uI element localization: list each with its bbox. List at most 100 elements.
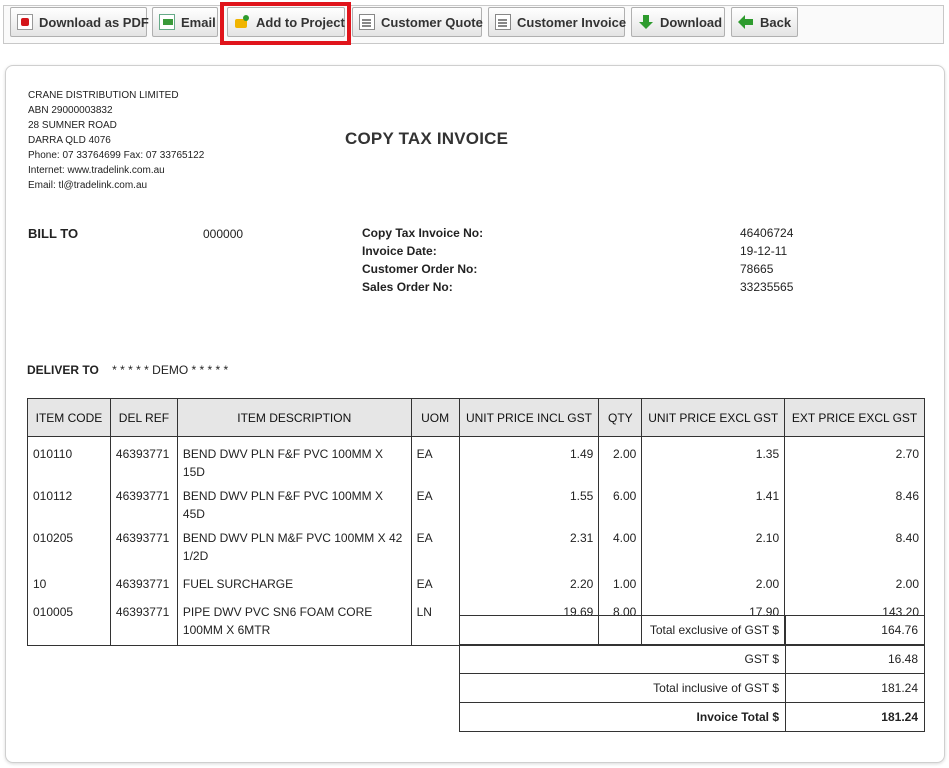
del-ref: 46393771 xyxy=(109,526,178,572)
item-description: PIPE DWV PVC SN6 FOAM CORE 100MM X 6MTR xyxy=(176,600,412,646)
qty: 6.00 xyxy=(598,484,643,526)
total-value: 164.76 xyxy=(785,615,925,645)
meta-row-invoice-no: Copy Tax Invoice No: 46406724 xyxy=(362,224,862,242)
unit-price-incl: 1.55 xyxy=(458,484,600,526)
column-header: ITEM CODE xyxy=(27,398,111,437)
totals-table: Total exclusive of GST $ 164.76 GST $ 16… xyxy=(459,615,925,732)
column-header: QTY xyxy=(598,398,643,437)
uom: EA xyxy=(410,436,460,484)
item-description: BEND DWV PLN M&F PVC 100MM X 42 1/2D xyxy=(176,526,412,572)
total-row-incl-gst: Total inclusive of GST $ 181.24 xyxy=(459,673,925,703)
column-header: DEL REF xyxy=(109,398,178,437)
del-ref: 46393771 xyxy=(109,436,178,484)
table-row: 010110 46393771 BEND DWV PLN F&F PVC 100… xyxy=(27,436,925,484)
ext-price-excl: 8.46 xyxy=(784,484,925,526)
customer-quote-button[interactable]: Customer Quote xyxy=(352,7,483,37)
column-header: UOM xyxy=(410,398,460,437)
company-address-line1: 28 SUMNER ROAD xyxy=(28,120,117,131)
company-abn: ABN 29000003832 xyxy=(28,105,113,116)
meta-row-customer-order: Customer Order No: 78665 xyxy=(362,260,862,278)
total-value: 16.48 xyxy=(785,644,925,674)
item-code: 010112 xyxy=(27,484,111,526)
total-value: 181.24 xyxy=(785,673,925,703)
item-code: 010205 xyxy=(27,526,111,572)
meta-value: 19-12-11 xyxy=(740,244,788,258)
unit-price-incl: 2.20 xyxy=(458,572,600,600)
unit-price-excl: 1.35 xyxy=(641,436,786,484)
ext-price-excl: 2.00 xyxy=(784,572,925,600)
total-label: Invoice Total $ xyxy=(459,702,786,732)
table-row: 010112 46393771 BEND DWV PLN F&F PVC 100… xyxy=(27,484,925,526)
column-header: EXT PRICE EXCL GST xyxy=(784,398,925,437)
unit-price-excl: 1.41 xyxy=(641,484,786,526)
meta-row-sales-order: Sales Order No: 33235565 xyxy=(362,278,862,296)
total-label: Total inclusive of GST $ xyxy=(459,673,786,703)
total-label: Total exclusive of GST $ xyxy=(459,615,786,645)
del-ref: 46393771 xyxy=(109,484,178,526)
table-header-row: ITEM CODE DEL REF ITEM DESCRIPTION UOM U… xyxy=(27,398,925,437)
unit-price-incl: 2.31 xyxy=(458,526,600,572)
column-header: ITEM DESCRIPTION xyxy=(176,398,412,437)
download-arrow-icon xyxy=(638,14,654,30)
uom: EA xyxy=(410,484,460,526)
email-button[interactable]: Email xyxy=(152,7,218,37)
item-code: 10 xyxy=(27,572,111,600)
item-description: FUEL SURCHARGE xyxy=(176,572,412,600)
meta-label: Copy Tax Invoice No: xyxy=(362,226,484,240)
back-label: Back xyxy=(760,14,792,30)
uom: EA xyxy=(410,526,460,572)
invoice-meta: Copy Tax Invoice No: 46406724 Invoice Da… xyxy=(362,224,862,296)
download-pdf-label: Download as PDF xyxy=(39,14,149,30)
item-code: 010005 xyxy=(27,600,111,646)
del-ref: 46393771 xyxy=(109,600,178,646)
email-label: Email xyxy=(181,14,216,30)
back-arrow-icon xyxy=(738,14,754,30)
uom: EA xyxy=(410,572,460,600)
total-value: 181.24 xyxy=(785,702,925,732)
bill-to-value: 000000 xyxy=(203,227,244,241)
download-button[interactable]: Download xyxy=(631,7,725,37)
deliver-to-value: * * * * * DEMO * * * * * xyxy=(112,363,229,377)
document-icon xyxy=(359,14,375,30)
meta-row-invoice-date: Invoice Date: 19-12-11 xyxy=(362,242,862,260)
table-row: 10 46393771 FUEL SURCHARGE EA 2.20 1.00 … xyxy=(27,572,925,600)
table-row: 010205 46393771 BEND DWV PLN M&F PVC 100… xyxy=(27,526,925,572)
download-pdf-button[interactable]: Download as PDF xyxy=(10,7,149,37)
item-code: 010110 xyxy=(27,436,111,484)
del-ref: 46393771 xyxy=(109,572,178,600)
pdf-icon xyxy=(17,14,33,30)
invoice-panel: CRANE DISTRIBUTION LIMITED ABN 290000038… xyxy=(5,65,945,763)
customer-invoice-button[interactable]: Customer Invoice xyxy=(488,7,626,37)
item-description: BEND DWV PLN F&F PVC 100MM X 15D xyxy=(176,436,412,484)
column-header: UNIT PRICE EXCL GST xyxy=(641,398,786,437)
total-row-invoice-total: Invoice Total $ 181.24 xyxy=(459,702,925,732)
column-header: UNIT PRICE INCL GST xyxy=(458,398,600,437)
company-phone: Phone: 07 33764699 Fax: 07 33765122 xyxy=(28,150,205,161)
page-title: COPY TAX INVOICE xyxy=(345,129,509,148)
total-label: GST $ xyxy=(459,644,786,674)
unit-price-excl: 2.10 xyxy=(641,526,786,572)
meta-label: Sales Order No: xyxy=(362,280,453,294)
items-table: ITEM CODE DEL REF ITEM DESCRIPTION UOM U… xyxy=(27,398,925,646)
qty: 1.00 xyxy=(598,572,643,600)
total-row-gst: GST $ 16.48 xyxy=(459,644,925,674)
email-icon xyxy=(159,14,175,30)
meta-label: Invoice Date: xyxy=(362,244,437,258)
deliver-to-label: DELIVER TO xyxy=(27,363,99,377)
ext-price-excl: 8.40 xyxy=(784,526,925,572)
total-row-excl-gst: Total exclusive of GST $ 164.76 xyxy=(459,615,925,645)
deliver-to: DELIVER TO * * * * * DEMO * * * * * xyxy=(27,363,228,377)
meta-value: 33235565 xyxy=(740,280,794,294)
company-email: Email: tl@tradelink.com.au xyxy=(28,180,148,191)
highlight-box xyxy=(220,2,351,45)
meta-value: 46406724 xyxy=(740,226,794,240)
back-button[interactable]: Back xyxy=(731,7,798,37)
unit-price-excl: 2.00 xyxy=(641,572,786,600)
company-details: CRANE DISTRIBUTION LIMITED ABN 290000038… xyxy=(28,88,204,193)
uom: LN xyxy=(410,600,460,646)
bill-to-label: BILL TO xyxy=(28,226,79,241)
company-address-line2: DARRA QLD 4076 xyxy=(28,135,111,146)
ext-price-excl: 2.70 xyxy=(784,436,925,484)
qty: 2.00 xyxy=(598,436,643,484)
qty: 4.00 xyxy=(598,526,643,572)
